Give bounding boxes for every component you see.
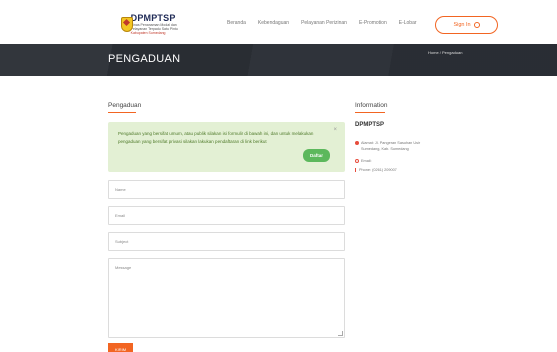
nav-item-beranda[interactable]: Beranda bbox=[227, 20, 246, 26]
logo-subtitle: Dinas Penanaman Modal dan Pelayanan Terp… bbox=[130, 23, 178, 31]
logo-region: Kabupaten Sumedang bbox=[130, 31, 166, 36]
phone-icon bbox=[355, 168, 357, 172]
address-text: Alamat: Jl. Pangeran Sasuhan Usir Sumeda… bbox=[361, 141, 421, 151]
breadcrumb[interactable]: Home / Pengaduan bbox=[428, 50, 462, 55]
page-banner: PENGADUAN Home / Pengaduan bbox=[0, 44, 557, 76]
emblem-icon bbox=[120, 16, 133, 34]
close-icon[interactable]: × bbox=[333, 127, 337, 133]
name-input[interactable]: Name bbox=[108, 180, 345, 199]
email-input[interactable]: Email bbox=[108, 206, 345, 225]
nav-item-pelayanan-perizinan[interactable]: Pelayanan Perizinan bbox=[301, 20, 347, 26]
sign-in-button[interactable]: Sign In bbox=[435, 16, 498, 34]
email-placeholder: Email bbox=[115, 213, 126, 218]
mail-icon bbox=[355, 159, 359, 163]
main-nav: Beranda Kebendaguan Pelayanan Perizinan … bbox=[227, 20, 429, 26]
info-alert: Pengaduan yang bersifat umum, atau publi… bbox=[108, 122, 345, 172]
message-textarea[interactable]: Message bbox=[108, 258, 345, 338]
org-name: DPMPTSP bbox=[355, 122, 385, 128]
address-row: Alamat: Jl. Pangeran Sasuhan Usir Sumeda… bbox=[355, 140, 436, 152]
sign-in-icon bbox=[473, 22, 480, 28]
site-logo[interactable]: DPMPTSP Dinas Penanaman Modal dan Pelaya… bbox=[120, 14, 182, 36]
email-row: Email: bbox=[355, 158, 372, 164]
form-divider bbox=[108, 112, 345, 113]
subject-input[interactable]: Subject bbox=[108, 232, 345, 251]
resize-handle-icon[interactable] bbox=[338, 331, 343, 336]
nav-item-e-lobar[interactable]: E-Lobar bbox=[399, 20, 417, 26]
nav-item-e-promotion[interactable]: E-Promotion bbox=[359, 20, 387, 26]
submit-button[interactable]: KIRIM bbox=[108, 343, 133, 352]
sign-in-label: Sign In bbox=[453, 22, 471, 28]
nav-item-kebendaguan[interactable]: Kebendaguan bbox=[258, 20, 289, 26]
email-text[interactable]: Email: bbox=[361, 158, 372, 164]
subject-placeholder: Subject bbox=[115, 239, 129, 244]
info-section-title: Information bbox=[355, 102, 388, 109]
phone-row: Phone: (0261) 209007 bbox=[355, 167, 397, 173]
site-header: DPMPTSP Dinas Penanaman Modal dan Pelaya… bbox=[0, 0, 557, 44]
daftar-button[interactable]: Daftar bbox=[303, 149, 330, 162]
phone-text[interactable]: Phone: (0261) 209007 bbox=[359, 167, 397, 173]
message-placeholder: Message bbox=[115, 265, 132, 270]
alert-text: Pengaduan yang bersifat umum, atau publi… bbox=[118, 131, 314, 144]
form-title-underline bbox=[108, 112, 136, 113]
form-section-title: Pengaduan bbox=[108, 102, 142, 109]
info-title-underline bbox=[355, 112, 385, 113]
name-placeholder: Name bbox=[115, 187, 126, 192]
logo-title: DPMPTSP bbox=[130, 13, 176, 24]
map-pin-icon bbox=[355, 141, 359, 145]
page-title: PENGADUAN bbox=[108, 53, 181, 65]
